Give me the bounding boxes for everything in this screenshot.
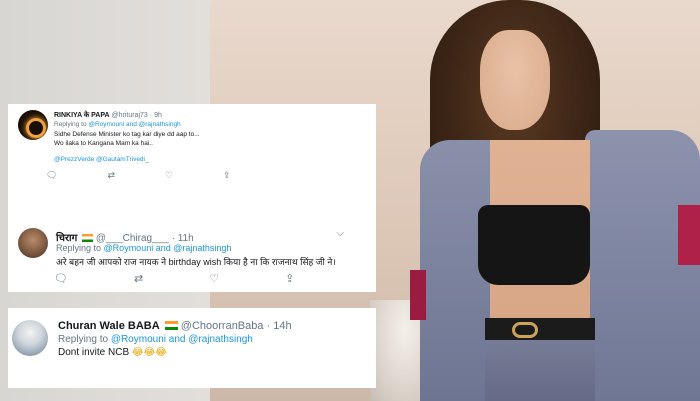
retweet-icon[interactable]: ⇄	[107, 170, 115, 181]
person-top	[478, 205, 590, 285]
reply-mentions-link[interactable]: @Roymouni and @rajnathsingh	[111, 334, 253, 345]
chevron-down-icon[interactable]: ⌵	[336, 228, 344, 239]
jacket-lining-left	[410, 270, 426, 320]
share-icon[interactable]: ⇪	[285, 272, 294, 285]
person-belt	[485, 318, 595, 340]
tweet-card[interactable]: चिराग @___Chirag___ · 11h ⌵ Replying to …	[8, 188, 376, 292]
tweet-text: अरे बहन जी आपको राज नायक ने birthday wis…	[56, 257, 336, 267]
replying-to-label: Replying to	[58, 334, 109, 345]
separator-dot: ·	[266, 320, 271, 332]
tweet-text-line: Wo ilaka to Kangana Mam ka hai..	[54, 140, 153, 147]
tweet-actions: 🗨︎ ⇄ ♡ ⇪	[54, 272, 294, 285]
avatar[interactable]	[18, 228, 48, 258]
belt-buckle	[512, 322, 538, 338]
replying-to-label: Replying to	[54, 121, 87, 128]
user-display-name[interactable]: RINKIYA के PAPA	[54, 112, 110, 119]
tweet-actions: 🗨︎ ⇄ ♡ ⇪	[46, 170, 231, 181]
person-face	[480, 30, 550, 130]
user-handle[interactable]: @ChoorranBaba	[181, 320, 264, 332]
tweet-card[interactable]: Churan Wale BABA @ChoorranBaba · 14h Rep…	[8, 308, 376, 388]
person-jacket-right	[585, 130, 700, 401]
tweet-header: Churan Wale BABA @ChoorranBaba · 14h	[58, 320, 292, 332]
retweet-icon[interactable]: ⇄	[134, 272, 143, 285]
replying-to: Replying to @Roymouni and @rajnathsingh	[54, 121, 181, 128]
tweet-timestamp[interactable]: 14h	[273, 320, 291, 332]
avatar[interactable]	[18, 110, 48, 140]
reply-icon[interactable]: 🗨︎	[46, 170, 57, 181]
replying-to: Replying to @Roymouni and @rajnathsingh	[56, 243, 231, 253]
user-display-name[interactable]: Churan Wale BABA	[58, 320, 160, 332]
tweet-mentions-link[interactable]: @PrezzVerde @GautamTrivedi_	[54, 156, 149, 163]
reply-mentions-link[interactable]: @Roymouni and @rajnathsingh	[88, 121, 180, 128]
india-flag-icon	[82, 234, 94, 242]
tweet-timestamp[interactable]: 9h	[154, 112, 162, 119]
share-icon[interactable]: ⇪	[223, 170, 231, 181]
reply-icon[interactable]: 🗨︎	[54, 272, 68, 285]
tweet-text-line: Dont invite NCB 😂😂😂	[58, 347, 167, 358]
tweet-header: RINKIYA के PAPA @hrituraj73 · 9h	[54, 111, 162, 120]
india-flag-icon	[164, 321, 178, 330]
avatar[interactable]	[12, 320, 48, 356]
replying-to: Replying to @Roymouni and @rajnathsingh	[58, 334, 253, 345]
tweet-text-line: Sidhe Defense Minister ko tag kar diye d…	[54, 131, 200, 138]
reply-mentions-link[interactable]: @Roymouni and @rajnathsingh	[104, 243, 232, 253]
like-icon[interactable]: ♡	[209, 272, 219, 285]
user-handle[interactable]: @hrituraj73	[112, 112, 148, 119]
replying-to-label: Replying to	[56, 243, 102, 253]
separator-dot: ·	[149, 112, 153, 119]
tweet-card[interactable]: RINKIYA के PAPA @hrituraj73 · 9h Replyin…	[8, 104, 376, 188]
laughing-emoji-icon: 😂😂😂	[131, 347, 167, 358]
tweet-header: चिराग @___Chirag___ · 11h	[56, 230, 194, 244]
jacket-lining	[678, 205, 700, 265]
like-icon[interactable]: ♡	[165, 170, 173, 181]
tweet-text: Dont invite NCB	[58, 347, 130, 358]
